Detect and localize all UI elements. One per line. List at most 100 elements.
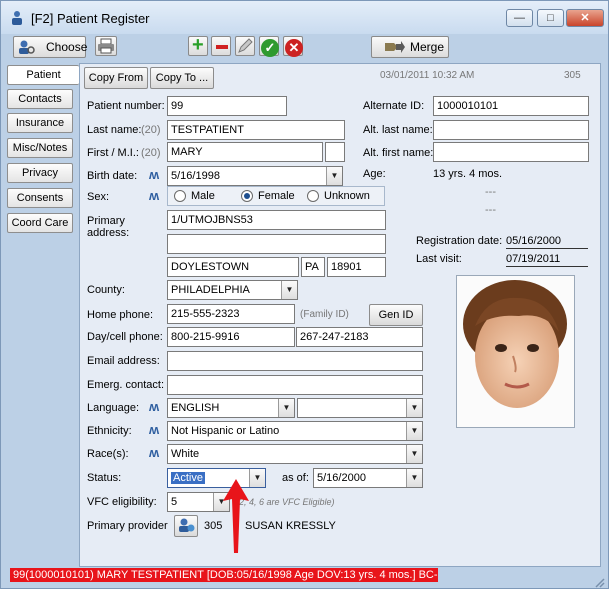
window-title: [F2] Patient Register: [31, 11, 150, 26]
sex-male-radio[interactable]: [174, 190, 186, 202]
patient-number-label: Patient number:: [87, 100, 165, 112]
mu-icon: ʍ: [149, 422, 159, 437]
record-code: 305: [564, 70, 581, 81]
last-visit-label: Last visit:: [416, 253, 462, 265]
sex-radio-group: Male Female Unknown: [167, 186, 385, 206]
zip-field[interactable]: 18901: [327, 257, 386, 277]
vfc-select[interactable]: 5 ▼: [167, 492, 230, 512]
gen-id-button[interactable]: Gen ID: [369, 304, 423, 326]
print-button[interactable]: [95, 36, 117, 56]
tab-misc-notes[interactable]: Misc/Notes: [7, 138, 73, 158]
chevron-down-icon[interactable]: ▼: [406, 422, 422, 440]
pencil-icon: [238, 38, 253, 53]
child-portrait: [457, 276, 574, 427]
resize-grip-icon[interactable]: [593, 576, 605, 588]
ethnicity-label: Ethnicity:: [87, 425, 132, 437]
choose-label: Choose: [46, 40, 88, 54]
patient-status-bar: 99(1000010101) MARY TESTPATIENT [DOB:05/…: [10, 568, 438, 582]
tab-patient[interactable]: Patient: [7, 65, 79, 85]
language-select[interactable]: ENGLISH ▼: [167, 398, 295, 418]
edit-button[interactable]: [235, 36, 255, 56]
sex-label: Sex:: [87, 191, 110, 203]
vfc-value: 5: [171, 496, 178, 508]
title-bar[interactable]: [F2] Patient Register — □ ✕: [1, 1, 608, 34]
language-label: Language:: [87, 402, 139, 414]
copy-from-button[interactable]: Copy From: [84, 67, 148, 89]
status-label: Status:: [87, 472, 122, 484]
merge-button[interactable]: Merge: [371, 36, 449, 58]
middle-initial-field[interactable]: [325, 142, 345, 162]
status-value: Active: [171, 472, 205, 484]
county-select[interactable]: PHILADELPHIA ▼: [167, 280, 298, 300]
tab-consents[interactable]: Consents: [7, 188, 73, 208]
toolbar: Choose + ✓ ✕ Merge: [1, 34, 608, 64]
tab-coord-care[interactable]: Coord Care: [7, 213, 73, 233]
last-visit-value: 07/19/2011: [506, 253, 561, 265]
chevron-down-icon[interactable]: ▼: [406, 399, 422, 417]
state-field[interactable]: PA: [301, 257, 325, 277]
sex-unknown-label: Unknown: [324, 190, 370, 202]
save-button[interactable]: ✓: [259, 36, 279, 57]
status-date-value: 5/16/2000: [317, 472, 366, 484]
emergency-contact-field[interactable]: [167, 375, 423, 395]
cell-phone-field[interactable]: 267-247-2183: [296, 327, 423, 347]
sex-female-radio[interactable]: [241, 190, 253, 202]
copy-to-button[interactable]: Copy To ...: [150, 67, 214, 89]
status-date-field[interactable]: 5/16/2000 ▼: [313, 468, 423, 488]
sex-unknown-radio[interactable]: [307, 190, 319, 202]
race-value: White: [171, 448, 200, 460]
printer-icon: [98, 38, 114, 54]
age-label: Age:: [363, 168, 386, 180]
registration-date-underline: [506, 248, 588, 249]
birth-date-field[interactable]: 5/16/1998 ▼: [167, 166, 343, 186]
delete-button[interactable]: [211, 36, 231, 56]
language2-select[interactable]: ▼: [297, 398, 423, 418]
address-line2-field[interactable]: [167, 234, 386, 254]
first-name-field[interactable]: MARY: [167, 142, 323, 162]
dash-placeholder-1: ---: [485, 186, 496, 198]
tab-privacy[interactable]: Privacy: [7, 163, 73, 183]
last-name-max: (20): [141, 124, 161, 136]
chevron-down-icon[interactable]: ▼: [281, 281, 297, 299]
last-name-field[interactable]: TESTPATIENT: [167, 120, 345, 140]
add-button[interactable]: +: [188, 34, 208, 56]
birth-date-value: 5/16/1998: [171, 170, 220, 182]
chevron-down-icon[interactable]: ▼: [249, 469, 265, 487]
alt-first-name-field[interactable]: [433, 142, 589, 162]
chevron-down-icon[interactable]: ▼: [326, 167, 342, 185]
maximize-button[interactable]: □: [537, 9, 564, 27]
mu-icon: ʍ: [149, 399, 159, 414]
choose-button[interactable]: Choose: [13, 36, 88, 58]
ethnicity-select[interactable]: Not Hispanic or Latino ▼: [167, 421, 423, 441]
patient-form-panel: Copy From Copy To ... 03/01/2011 10:32 A…: [79, 63, 601, 567]
sex-female-label: Female: [258, 190, 295, 202]
chevron-down-icon[interactable]: ▼: [406, 469, 422, 487]
vfc-label: VFC eligibility:: [87, 496, 157, 508]
patient-number-field[interactable]: 99: [167, 96, 287, 116]
family-id-hint: (Family ID): [300, 309, 349, 320]
alternate-id-field[interactable]: 1000010101: [433, 96, 589, 116]
chevron-down-icon[interactable]: ▼: [278, 399, 294, 417]
minimize-button[interactable]: —: [506, 9, 533, 27]
email-field[interactable]: [167, 351, 423, 371]
home-phone-field[interactable]: 215-555-2323: [167, 304, 295, 324]
patient-register-window: [F2] Patient Register — □ ✕ Choose + ✓ ✕…: [0, 0, 609, 589]
tab-contacts[interactable]: Contacts: [7, 89, 73, 109]
county-value: PHILADELPHIA: [171, 284, 250, 296]
day-phone-field[interactable]: 800-215-9916: [167, 327, 295, 347]
alt-last-name-label: Alt. last name:: [363, 124, 433, 136]
cancel-x-icon: ✕: [285, 39, 303, 57]
close-button[interactable]: ✕: [566, 9, 604, 27]
provider-lookup-button[interactable]: [174, 515, 198, 537]
race-select[interactable]: White ▼: [167, 444, 423, 464]
age-value: 13 yrs. 4 mos.: [433, 168, 503, 180]
chevron-down-icon[interactable]: ▼: [406, 445, 422, 463]
city-field[interactable]: DOYLESTOWN: [167, 257, 299, 277]
tab-insurance[interactable]: Insurance: [7, 113, 73, 133]
address-line1-field[interactable]: 1/UTMOJBNS53: [167, 210, 386, 230]
status-select[interactable]: Active ▼: [167, 468, 266, 488]
alt-last-name-field[interactable]: [433, 120, 589, 140]
provider-name: SUSAN KRESSLY: [245, 520, 336, 532]
patient-photo[interactable]: [456, 275, 575, 428]
cancel-button[interactable]: ✕: [283, 36, 303, 57]
